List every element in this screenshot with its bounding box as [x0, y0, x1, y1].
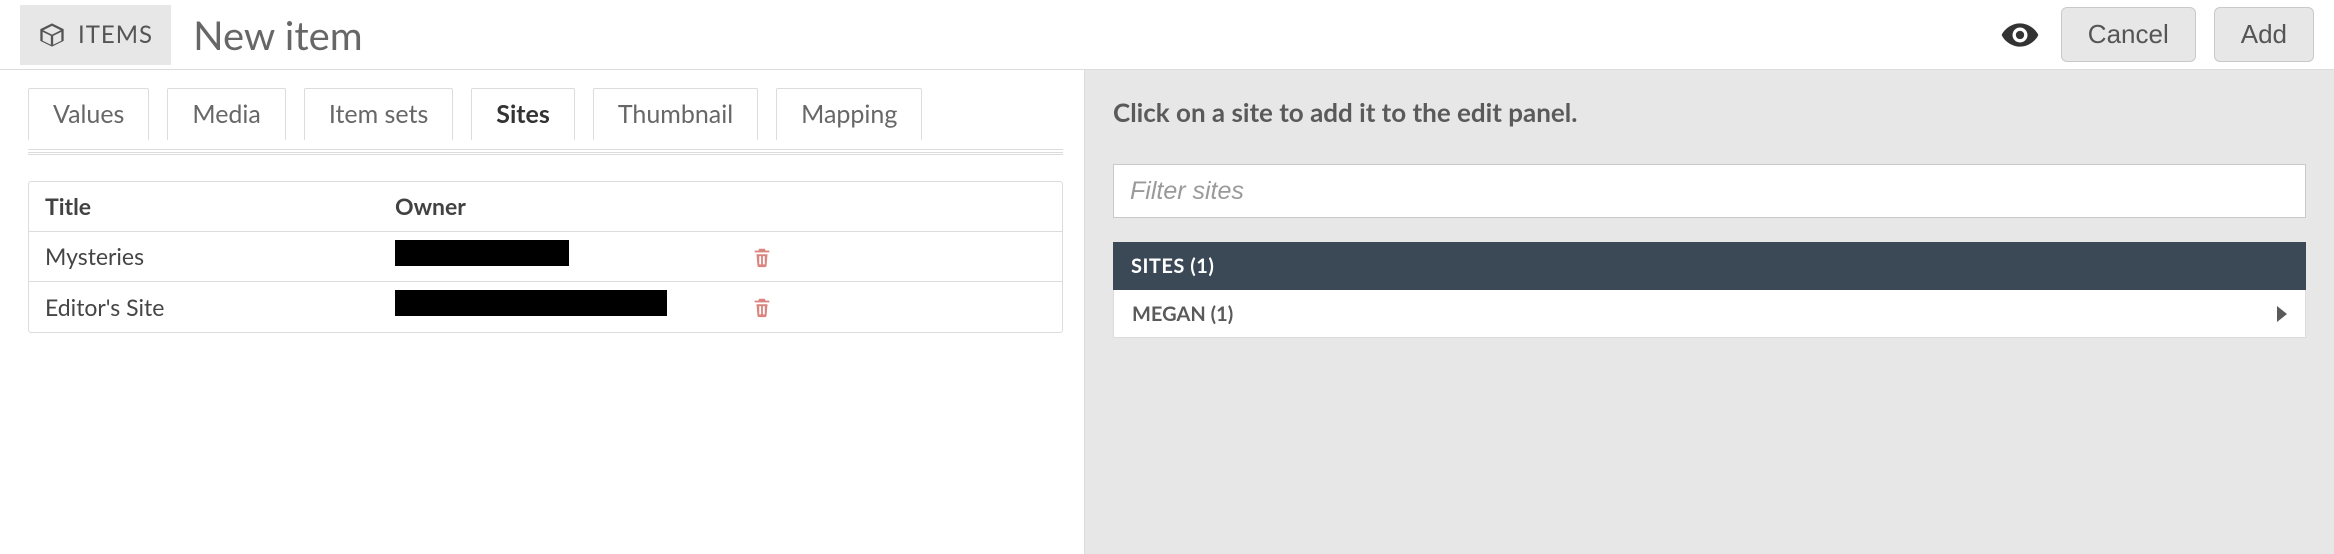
- tab-media[interactable]: Media: [167, 88, 285, 140]
- table-row: Mysteries: [29, 232, 1062, 282]
- header-actions: Cancel Add: [1997, 7, 2314, 62]
- items-badge[interactable]: ITEMS: [20, 5, 171, 65]
- items-badge-label: ITEMS: [78, 18, 153, 52]
- table-header-row: Title Owner: [29, 182, 1062, 232]
- tab-sites[interactable]: Sites: [471, 88, 575, 140]
- site-owner-cell: [395, 240, 745, 273]
- cancel-button[interactable]: Cancel: [2061, 7, 2196, 62]
- table-row: Editor's Site: [29, 282, 1062, 332]
- main-panel: Values Media Item sets Sites Thumbnail Mappin…: [0, 70, 1084, 554]
- redacted-owner: [395, 240, 569, 266]
- table-header-owner: Owner: [395, 190, 745, 222]
- site-title-cell: Editor's Site: [45, 291, 395, 323]
- chevron-right-icon: [2277, 306, 2287, 322]
- trash-icon[interactable]: [751, 244, 773, 270]
- sites-table: Title Owner Mysteries Editor's Site: [28, 181, 1063, 333]
- redacted-owner: [395, 290, 667, 316]
- tab-mapping[interactable]: Mapping: [776, 88, 922, 140]
- tab-underline: [28, 149, 1063, 155]
- tab-values[interactable]: Values: [28, 88, 149, 140]
- page-header: ITEMS New item Cancel Add: [0, 0, 2334, 70]
- site-title-cell: Mysteries: [45, 240, 395, 272]
- site-owner-cell: [395, 290, 745, 323]
- tab-bar: Values Media Item sets Sites Thumbnail Mappin…: [28, 88, 1084, 140]
- sidebar-site-group-item[interactable]: MEGAN (1): [1113, 290, 2306, 338]
- table-header-title: Title: [45, 190, 395, 222]
- tab-itemsets[interactable]: Item sets: [304, 88, 453, 140]
- tab-thumbnail[interactable]: Thumbnail: [593, 88, 758, 140]
- sidebar-panel: Click on a site to add it to the edit pa…: [1084, 70, 2334, 554]
- visibility-icon[interactable]: [1997, 12, 2043, 58]
- box-icon: [38, 21, 66, 49]
- page-title: New item: [193, 7, 363, 63]
- sites-group-header[interactable]: SITES (1): [1113, 242, 2306, 290]
- filter-sites-input[interactable]: [1113, 164, 2306, 218]
- add-button[interactable]: Add: [2214, 7, 2314, 62]
- sidebar-instruction: Click on a site to add it to the edit pa…: [1113, 94, 2306, 130]
- trash-icon[interactable]: [751, 294, 773, 320]
- sidebar-site-group-label: MEGAN (1): [1132, 300, 1233, 328]
